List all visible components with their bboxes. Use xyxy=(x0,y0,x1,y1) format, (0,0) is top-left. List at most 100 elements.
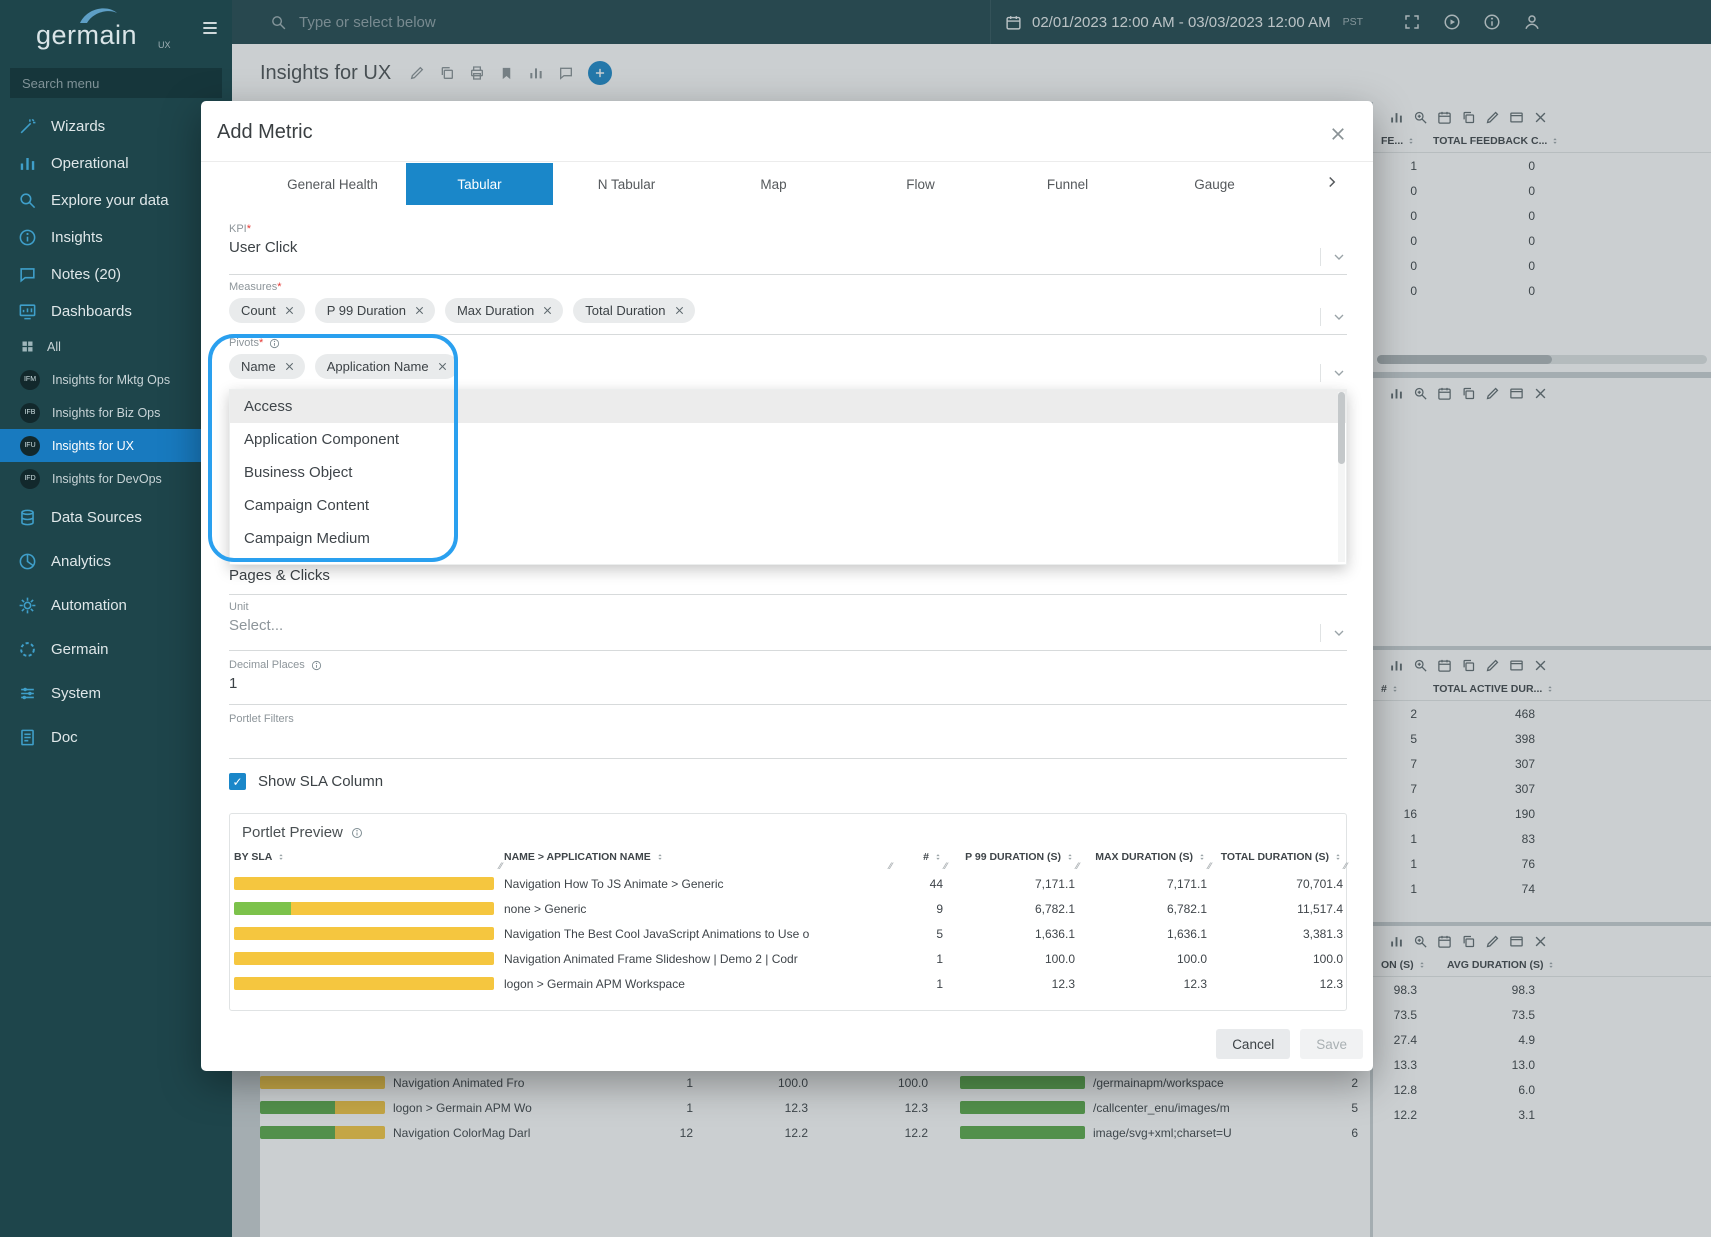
sidebar-item-system[interactable]: System xyxy=(0,671,232,715)
dropdown-option-access[interactable]: Access xyxy=(230,390,1346,423)
sidebar-subitem-label: Insights for DevOps xyxy=(52,472,162,486)
database-icon xyxy=(18,508,37,527)
sidebar-item-operational[interactable]: Operational xyxy=(0,145,232,182)
row-max: 6,782.1 xyxy=(1081,902,1213,916)
row-name: logon > Germain APM Workspace xyxy=(504,977,894,991)
dropdown-option-application-component[interactable]: Application Component xyxy=(230,423,1346,456)
info-icon[interactable] xyxy=(311,660,322,671)
dashed-circle-icon xyxy=(18,640,37,659)
menu-toggle-icon[interactable] xyxy=(200,18,220,38)
chevron-down-icon[interactable] xyxy=(1331,249,1347,265)
show-sla-checkbox[interactable] xyxy=(229,773,246,790)
sla-bar xyxy=(234,977,494,990)
sidebar-item-wizards[interactable]: Wizards xyxy=(0,108,232,145)
chevron-down-icon[interactable] xyxy=(1331,365,1347,381)
sidebar-item-insights-mktg-ops[interactable]: IFM Insights for Mktg Ops xyxy=(0,363,232,396)
scrollbar-thumb[interactable] xyxy=(1338,392,1345,464)
chevron-down-icon[interactable] xyxy=(1331,625,1347,641)
tab-n-tabular[interactable]: N Tabular xyxy=(553,163,700,205)
decimal-places-field[interactable]: Decimal Places 1 xyxy=(229,659,1347,705)
sort-icon xyxy=(933,852,943,862)
table-row: Navigation The Best Cool JavaScript Anim… xyxy=(230,921,1346,946)
row-name: Navigation The Best Cool JavaScript Anim… xyxy=(504,927,894,941)
sidebar-item-label: Doc xyxy=(51,729,78,746)
sidebar-item-data-sources[interactable]: Data Sources xyxy=(0,495,232,539)
sidebar-item-automation[interactable]: Automation xyxy=(0,583,232,627)
sidebar-item-label: Wizards xyxy=(51,118,105,135)
remove-chip-icon[interactable] xyxy=(284,305,295,316)
remove-chip-icon[interactable] xyxy=(284,361,295,372)
sidebar-item-doc[interactable]: Doc xyxy=(0,715,232,759)
sidebar-subitem-label: Insights for Biz Ops xyxy=(52,406,160,420)
row-count: 1 xyxy=(894,977,949,991)
remove-chip-icon[interactable] xyxy=(542,305,553,316)
tabs-more-chevron-icon[interactable] xyxy=(1323,173,1341,191)
save-button[interactable]: Save xyxy=(1300,1029,1363,1059)
remove-chip-icon[interactable] xyxy=(437,361,448,372)
column-header-name[interactable]: NAME > APPLICATION NAME xyxy=(504,851,894,863)
grid-icon xyxy=(20,339,35,354)
tab-general-health[interactable]: General Health xyxy=(259,163,406,205)
dropdown-option-business-object[interactable]: Business Object xyxy=(230,456,1346,489)
chevron-down-icon[interactable] xyxy=(1331,309,1347,325)
tab-gauge[interactable]: Gauge xyxy=(1141,163,1288,205)
tab-map[interactable]: Map xyxy=(700,163,847,205)
sidebar-item-insights-ux[interactable]: IFU Insights for UX xyxy=(0,429,232,462)
close-icon[interactable] xyxy=(1329,125,1347,143)
row-p99: 100.0 xyxy=(949,952,1081,966)
portlet-filters-field[interactable]: Portlet Filters xyxy=(229,713,1347,759)
table-row: Navigation How To JS Animate > Generic 4… xyxy=(230,871,1346,896)
sidebar-item-explore[interactable]: Explore your data xyxy=(0,182,232,219)
analytics-icon xyxy=(18,552,37,571)
row-p99: 7,171.1 xyxy=(949,877,1081,891)
sidebar-item-insights-biz-ops[interactable]: IFB Insights for Biz Ops xyxy=(0,396,232,429)
portlet-name-value: Pages & Clicks xyxy=(229,567,1347,584)
logo-text: germain xyxy=(36,20,137,51)
kpi-field[interactable]: KPI* User Click xyxy=(229,223,1347,275)
cancel-button[interactable]: Cancel xyxy=(1216,1029,1290,1059)
sla-bar xyxy=(234,952,494,965)
column-header-by-sla[interactable]: BY SLA xyxy=(234,851,504,863)
sidebar-subitem-label: Insights for UX xyxy=(52,439,134,453)
search-icon xyxy=(18,191,37,210)
info-icon[interactable] xyxy=(269,338,280,349)
measures-field[interactable]: Measures* Count P 99 Duration Max Durati… xyxy=(229,281,1347,335)
remove-chip-icon[interactable] xyxy=(414,305,425,316)
unit-field[interactable]: Unit Select... xyxy=(229,601,1347,651)
field-label: Pivots xyxy=(229,337,259,349)
remove-chip-icon[interactable] xyxy=(674,305,685,316)
row-p99: 12.3 xyxy=(949,977,1081,991)
metric-type-tabs: General Health Tabular N Tabular Map Flo… xyxy=(259,163,1288,205)
pivots-field[interactable]: Pivots* Name Application Name xyxy=(229,337,1347,391)
sidebar-item-insights-devops[interactable]: IFD Insights for DevOps xyxy=(0,462,232,495)
sidebar-item-label: Dashboards xyxy=(51,303,132,320)
field-label: Portlet Filters xyxy=(229,713,294,725)
column-header-total[interactable]: TOTAL DURATION (S) xyxy=(1213,851,1349,863)
info-icon[interactable] xyxy=(351,827,363,839)
sidebar-item-dashboards[interactable]: Dashboards xyxy=(0,293,232,330)
sidebar-item-insights[interactable]: Insights xyxy=(0,219,232,256)
table-row: logon > Germain APM Workspace 1 12.3 12.… xyxy=(230,971,1346,996)
sidebar-item-germain[interactable]: Germain xyxy=(0,627,232,671)
dropdown-option-campaign-content[interactable]: Campaign Content xyxy=(230,489,1346,522)
column-header-count[interactable]: # xyxy=(894,851,949,863)
vertical-scrollbar xyxy=(1338,392,1345,562)
modal-title: Add Metric xyxy=(217,121,313,144)
sidebar-item-all[interactable]: All xyxy=(0,330,232,363)
sidebar-item-label: Automation xyxy=(51,597,127,614)
sidebar-search-input[interactable] xyxy=(10,68,222,98)
column-header-max[interactable]: MAX DURATION (S) xyxy=(1081,851,1213,863)
tab-tabular[interactable]: Tabular xyxy=(406,163,553,205)
sidebar-item-label: Data Sources xyxy=(51,509,142,526)
column-header-p99[interactable]: P 99 DURATION (S) xyxy=(949,851,1081,863)
sidebar-item-label: Insights xyxy=(51,229,103,246)
tab-flow[interactable]: Flow xyxy=(847,163,994,205)
bar-chart-icon xyxy=(18,154,37,173)
dropdown-option-campaign-medium[interactable]: Campaign Medium xyxy=(230,522,1346,555)
row-total: 11,517.4 xyxy=(1213,902,1349,916)
tab-funnel[interactable]: Funnel xyxy=(994,163,1141,205)
row-max: 12.3 xyxy=(1081,977,1213,991)
sidebar-item-notes[interactable]: Notes (20) xyxy=(0,256,232,293)
logo-sub: UX xyxy=(158,40,171,50)
sidebar-item-analytics[interactable]: Analytics xyxy=(0,539,232,583)
